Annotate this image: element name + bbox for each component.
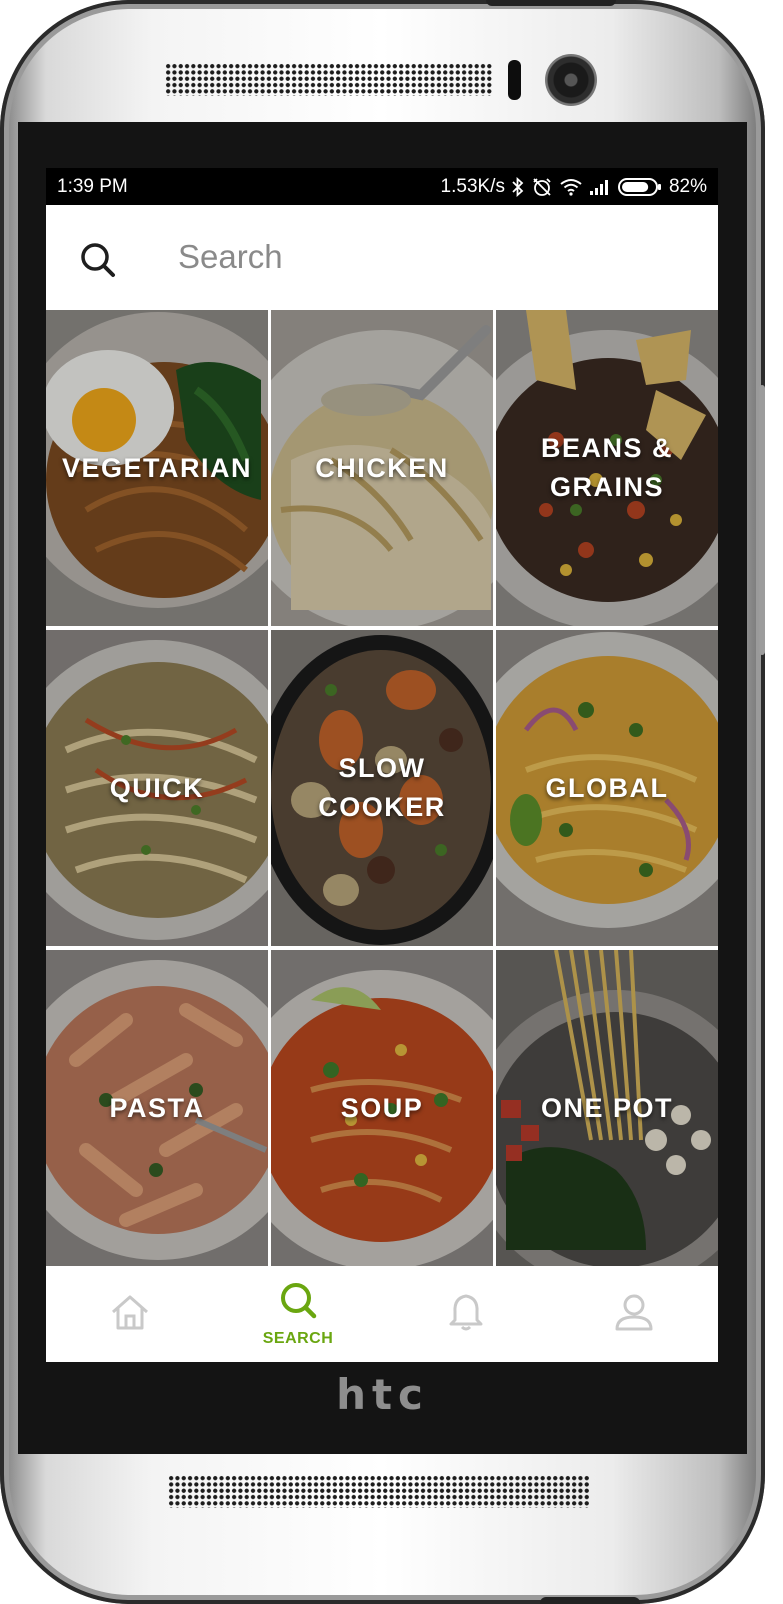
category-tile-global[interactable]: GLOBAL [496,630,718,946]
bell-icon [446,1292,486,1337]
volume-button [759,385,765,655]
category-label: SOUP [340,1092,424,1123]
search-icon [278,1281,318,1326]
category-tile-soup[interactable]: SOUP [271,950,493,1266]
wifi-icon [560,178,582,196]
network-speed: 1.53K/s [440,176,505,197]
muted-alarm-icon [531,177,553,197]
proximity-sensor [508,60,521,100]
bluetooth-icon [512,176,524,197]
brand-logo: htc [336,1370,429,1419]
category-tile-quick[interactable]: QUICK [46,630,268,946]
battery-percent: 82% [668,176,707,197]
bottom-button [540,1597,640,1604]
category-label: VEGETARIAN [61,452,252,483]
category-grid: VEGETARIAN CHICKEN BEANS & GRAINS QUICK … [46,310,718,1266]
category-label: ONE POT [540,1092,673,1123]
category-tile-chicken[interactable]: CHICKEN [271,310,493,626]
nav-home[interactable] [46,1266,214,1362]
category-tile-beans-grains[interactable]: BEANS & GRAINS [496,310,718,626]
category-tile-pasta[interactable]: PASTA [46,950,268,1266]
category-label: PASTA [109,1092,205,1123]
app-screen: 1:39 PM 1.53K/s 82% Search VEGETARIAN CH… [46,168,718,1362]
nav-search[interactable]: SEARCH [214,1266,382,1362]
home-icon [109,1292,151,1337]
power-button [486,0,616,6]
category-tile-one-pot[interactable]: ONE POT [496,950,718,1266]
category-label: CHICKEN [315,452,449,483]
nav-search-label: SEARCH [262,1329,334,1347]
battery-icon [617,177,662,197]
phone-frame: htc 1:39 PM 1.53K/s 82% Search VEGETARIA… [0,0,765,1604]
category-tile-slow-cooker[interactable]: SLOW COOKER [271,630,493,946]
category-label: SLOW COOKER [318,753,446,822]
bottom-speaker-grille [168,1475,590,1508]
front-camera [545,54,597,106]
profile-icon [614,1292,654,1337]
nav-notifications[interactable] [382,1266,550,1362]
top-speaker-grille [165,63,493,96]
search-icon[interactable] [80,242,116,283]
category-tile-vegetarian[interactable]: VEGETARIAN [46,310,268,626]
category-label: BEANS & GRAINS [540,433,673,502]
category-label: GLOBAL [545,772,669,803]
nav-profile[interactable] [550,1266,718,1362]
search-input[interactable] [178,235,638,279]
status-bar: 1:39 PM 1.53K/s 82% [46,168,718,205]
category-label: QUICK [109,772,205,803]
bottom-navigation: SEARCH [46,1266,718,1362]
status-time: 1:39 PM [57,176,128,197]
signal-icon [589,179,611,195]
search-bar [46,205,718,310]
